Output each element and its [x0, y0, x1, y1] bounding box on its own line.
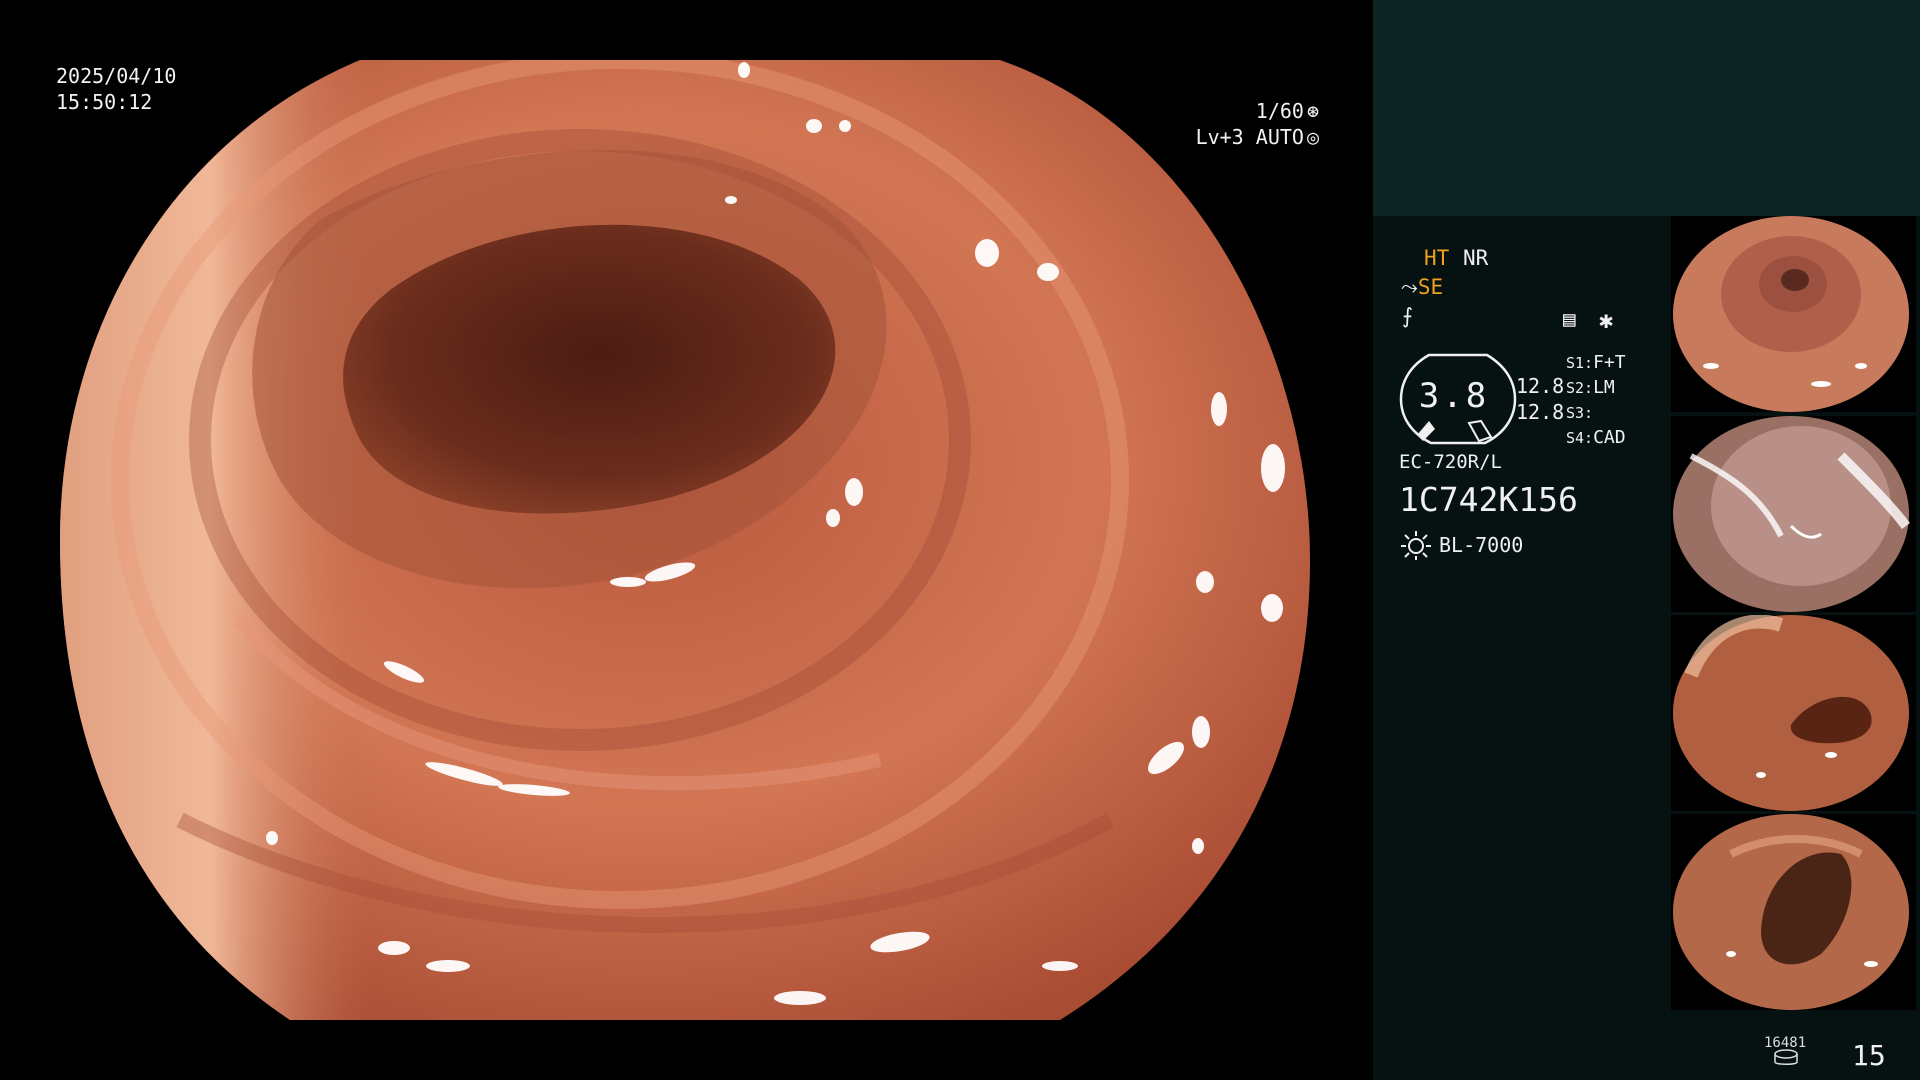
captured-thumbnail-3[interactable]: [1671, 615, 1916, 811]
switch-assignment-3: S3:: [1566, 404, 1594, 422]
nr-mode-label: NR: [1463, 246, 1489, 270]
se-mode-row: ⤳SE: [1401, 275, 1443, 299]
ht-mode-label: HT: [1424, 246, 1450, 270]
endoscope-main-view: 2025/04/10 15:50:12 1/60 ⊛ Lv+3 AUTO ◎: [0, 0, 1373, 1080]
endoscope-image: [60, 60, 1310, 1020]
switch-assignment-2: S2:LM: [1566, 377, 1615, 398]
date-time-readout: 2025/04/10 15:50:12: [56, 63, 176, 115]
date-text: 2025/04/10: [56, 64, 177, 88]
scope-model: EC-720R/L: [1399, 451, 1502, 473]
value-upper: 12.8: [1516, 374, 1565, 398]
iris-mode: AUTO: [1255, 125, 1304, 149]
exposure-level: Lv+3: [1195, 125, 1244, 149]
switch-assignment-1: S1:F+T: [1566, 352, 1626, 373]
gauge-value: 3.8: [1418, 376, 1490, 416]
time-text: 15:50:12: [56, 90, 153, 114]
shutter-row: 1/60 ⊛: [1196, 98, 1319, 124]
scope-serial: 1C742K156: [1399, 480, 1578, 519]
shutter-icon: ⊛: [1306, 99, 1319, 123]
light-source-model: BL-7000: [1439, 533, 1524, 557]
flush-mode-icon: ⨍: [1402, 304, 1413, 328]
exposure-readout: 1/60 ⊛ Lv+3 AUTO ◎: [1196, 98, 1319, 150]
captured-thumbnail-4[interactable]: [1671, 814, 1916, 1010]
frame-count: 15: [1852, 1039, 1886, 1072]
enhance-mode-icon: ⤳: [1401, 275, 1418, 299]
se-mode-label: SE: [1417, 275, 1444, 299]
shutter-speed: 1/60: [1255, 99, 1304, 123]
asterisk-icon: ✱: [1599, 306, 1614, 334]
side-panel-header: [1373, 0, 1920, 216]
value-lower: 12.8: [1516, 400, 1565, 424]
scope-status-panel: HT NR ⤳SE ⨍ ▤ ✱ 3.8 12.8 12.8 S1:F+T S2:…: [1373, 216, 1673, 596]
captured-thumbnail-2[interactable]: [1671, 416, 1916, 612]
iris-icon: ◎: [1306, 125, 1319, 149]
settings-icon: ▤: [1563, 307, 1576, 331]
captured-thumbnail-1[interactable]: [1671, 216, 1916, 412]
light-source-icon: [1401, 531, 1431, 560]
switch-assignment-4: S4:CAD: [1566, 427, 1626, 448]
storage-icon: [1774, 1049, 1798, 1065]
iris-row: Lv+3 AUTO ◎: [1196, 124, 1319, 150]
